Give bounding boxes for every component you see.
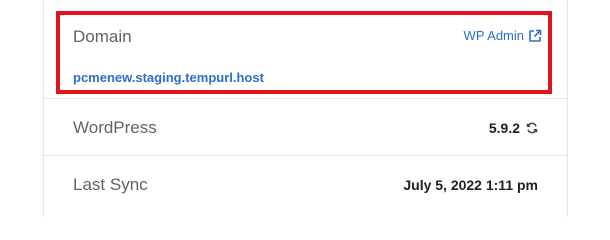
sync-icon[interactable] xyxy=(526,122,538,134)
wordpress-label: WordPress xyxy=(73,118,157,137)
panel-right-border xyxy=(567,0,568,217)
wp-admin-link[interactable]: WP Admin xyxy=(464,28,542,43)
last-sync-label: Last Sync xyxy=(73,175,148,194)
last-sync-row: Last Sync July 5, 2022 1:11 pm xyxy=(43,155,567,212)
wordpress-version: 5.9.2 xyxy=(488,120,520,136)
domain-card: Domain WP Admin pcmenew.staging.tempurl.… xyxy=(56,11,552,94)
last-sync-value: July 5, 2022 1:11 pm xyxy=(403,177,538,193)
wp-admin-link-label: WP Admin xyxy=(463,28,524,43)
external-link-icon xyxy=(528,29,542,43)
domain-url-link[interactable]: pcmenew.staging.tempurl.host xyxy=(73,70,264,85)
domain-label: Domain xyxy=(73,27,132,46)
wordpress-row: WordPress 5.9.2 xyxy=(43,98,567,155)
wordpress-version-container: 5.9.2 xyxy=(489,120,538,136)
site-details-panel: Domain WP Admin pcmenew.staging.tempurl.… xyxy=(0,0,610,217)
